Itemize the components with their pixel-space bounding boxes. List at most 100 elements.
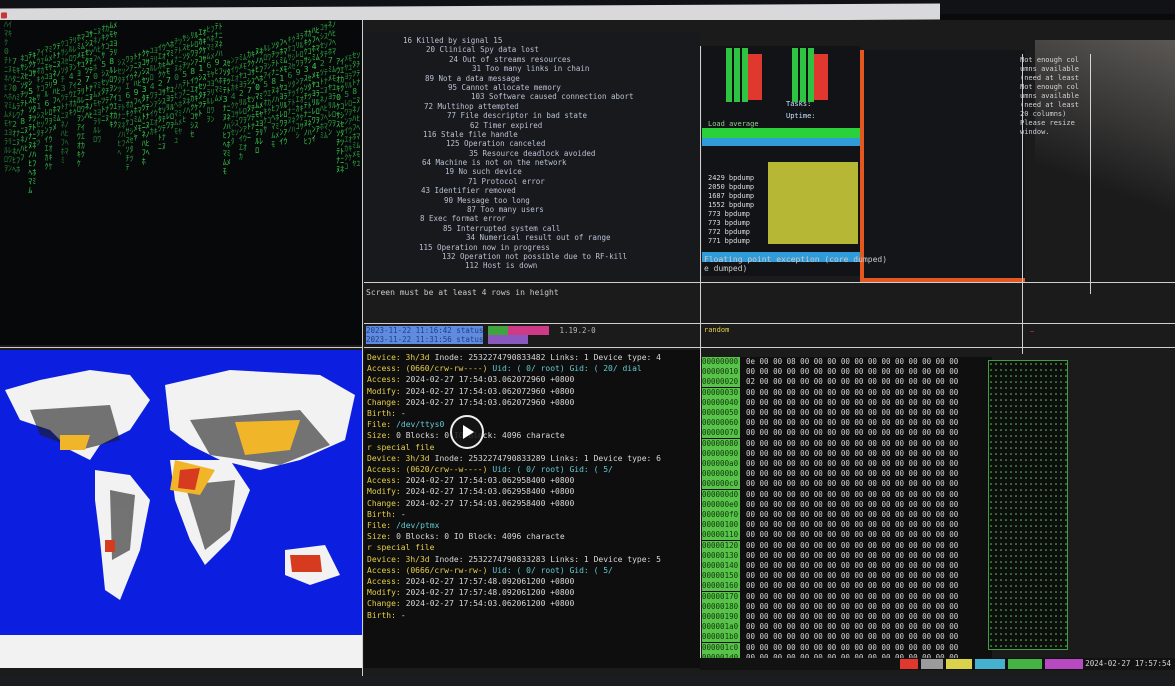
status-line-1: 2023-11-22 11:16:42 status — [366, 326, 484, 335]
hexdump-row: 00000030 00 00 00 00 00 00 00 00 00 00 00… — [702, 387, 992, 398]
matrix-column: ﾁﾂﾃﾄﾅﾆﾇﾈ0ﾉﾊﾋﾌﾍﾎﾏﾐﾑﾒﾓﾔﾕ — [174, 37, 183, 145]
random-label: random — [704, 326, 730, 334]
process-pid: 773 — [708, 219, 721, 227]
log-line: 95 Cannot allocate memory — [366, 83, 698, 92]
hexdump-row: 00000150 00 00 00 00 00 00 00 00 00 00 00… — [702, 571, 992, 582]
stat-value: 2024-02-27 17:54:03.062072960 +0800 — [405, 397, 575, 407]
stat-key: Device: 3h/3d — [367, 353, 430, 362]
log-message: 89 Not a data message — [425, 73, 520, 83]
matrix-column: ﾃｷｸｹｺｻｼ5ｽｾｿﾀﾁﾂﾃﾄﾅﾆﾇﾈﾉﾊﾋﾌﾍﾎﾏﾐﾑ — [28, 51, 37, 195]
hex-address: 000001c0 — [702, 642, 740, 653]
matrix-column: ﾇﾈﾉﾊﾋﾌﾍﾎ0ﾏﾐﾑﾒﾓﾔﾕﾖﾗﾘﾙﾚﾛ — [255, 47, 264, 155]
stat-line: Modify: 2024-02-27 17:54:03.062072960 +08… — [367, 386, 697, 397]
stat-key: Birth: — [367, 610, 396, 620]
narrow-text-pane — [928, 52, 1018, 262]
matrix-rain-pane[interactable]: ﾊｲﾏｷｸ0ﾁﾄﾆﾇﾈﾊﾋﾌﾍﾎﾏﾐﾑﾒﾓﾔﾕﾖﾗﾘﾙﾚﾛﾜｦﾝ 7ﾓｷﾀﾆ0ﾊﾐ… — [0, 20, 362, 345]
stat-value: 2024-02-27 17:54:03.062958400 +0800 — [405, 487, 575, 497]
fpe-message-2: e dumped) — [704, 264, 748, 273]
hexdump-pane[interactable]: 00000000 0e 00 00 08 00 00 00 00 00 00 00… — [702, 357, 992, 667]
stat-line: Change: 2024-02-27 17:54:03.062958400 +08… — [367, 498, 697, 509]
stat-output-pane[interactable]: Device: 3h/3d Inode: 2532274790833482 Lin… — [364, 350, 700, 668]
process-row[interactable]: 1552 bpdump — [702, 201, 860, 210]
process-row[interactable]: 2050 bpdump — [702, 183, 860, 192]
stat-value: - — [400, 610, 406, 620]
hex-bytes: 00 00 00 00 00 00 00 00 00 00 00 00 00 0… — [746, 428, 959, 438]
stat-line: Access: (0666/crw-rw-rw-) Uid: ( 0/ root)… — [367, 565, 697, 576]
world-map-pane[interactable] — [0, 350, 362, 668]
process-row[interactable]: 2429 bpdump — [702, 174, 860, 183]
hexdump-row: 00000040 00 00 00 00 00 00 00 00 00 00 00… — [702, 397, 992, 408]
process-monitor-pane[interactable]: Load average Tasks: Uptime: 2429 bpdump 20… — [702, 46, 860, 276]
stat-line: Size:0 Blocks: 0 IO Block: 4096 characte — [367, 430, 697, 441]
video-play-button[interactable] — [450, 415, 484, 449]
log-line: 72 Multihop attempted — [366, 102, 698, 111]
process-row[interactable]: 773 bpdump — [702, 219, 860, 228]
matrix-column: ﾖﾗﾘﾙﾚﾛﾜｦ9ﾝｱｲｳｴｵｶｷｸｹｺｻｼ — [295, 32, 304, 140]
hex-bytes: 00 00 00 00 00 00 00 00 00 00 00 00 00 0… — [746, 448, 959, 458]
stat-key: Access: (0660/crw-rw----) — [367, 364, 488, 374]
log-line: 132 Operation not possible due to RF-kil… — [366, 252, 698, 261]
process-row[interactable]: 1687 bpdump — [702, 192, 860, 201]
hexdump-row: 000000e0 00 00 00 00 00 00 00 00 00 00 00… — [702, 499, 992, 510]
log-message: 103 Software caused connection abort — [471, 92, 634, 102]
world-map — [0, 370, 362, 668]
stat-line: Device: 3h/3d Inode: 2532274790833283 Lin… — [367, 554, 697, 565]
matrix-column: ｶｷｸｹｺｻｼｽ7ｾｿﾀﾁﾂﾃﾄﾅﾆ — [247, 50, 255, 140]
pane-divider[interactable] — [1090, 54, 1091, 294]
hex-address: 000000f0 — [702, 510, 740, 520]
stat-value: 2024-02-27 17:57:48.092061200 +0800 — [405, 577, 575, 587]
log-line: 16 Killed by signal 15 — [366, 36, 698, 45]
matrix-column: ｷｸｹｺｻｼｽｾ6ｿﾀﾁﾂﾃﾄﾅﾆﾇﾈﾉﾊ — [287, 35, 296, 134]
text-line: (need at least — [1020, 101, 1080, 109]
hexdump-row: 00000090 00 00 00 00 00 00 00 00 00 00 00… — [702, 448, 992, 459]
tmux-status-bar: 2024-02-27 17:57:54 — [700, 658, 1175, 670]
pane-divider[interactable] — [362, 20, 363, 680]
log-line: 85 Interrupted system call — [366, 224, 698, 233]
hex-address: 00000010 — [702, 367, 740, 378]
hexdump-row: 00000190 00 00 00 00 00 00 00 00 00 00 00… — [702, 612, 992, 622]
hex-bytes: 00 00 00 00 00 00 00 00 00 00 00 00 00 0… — [746, 642, 959, 652]
pane-divider[interactable] — [1022, 54, 1023, 354]
process-row[interactable]: 773 bpdump — [702, 210, 860, 219]
hex-address: 00000150 — [702, 571, 740, 582]
matrix-column: ﾊｲﾏｷｸ0ﾁﾄﾆﾇﾈﾊﾋﾌﾍﾎﾏﾐﾑﾒﾓﾔﾕﾖﾗﾘﾙﾚﾛﾜｦﾝ — [4, 20, 12, 173]
log-message: 20 Clinical Spy data lost — [426, 45, 539, 55]
red-label: ~ — [1030, 328, 1035, 336]
stat-key: r special file — [367, 543, 435, 553]
pane-divider[interactable] — [0, 347, 362, 348]
log-message: 77 File descriptor in bad state — [447, 111, 587, 121]
hex-bytes: 00 00 00 00 00 00 00 00 00 00 00 00 00 0… — [746, 632, 959, 642]
stat-line: r special file — [367, 442, 697, 453]
stat-key: Change: — [367, 498, 401, 508]
pane-divider[interactable] — [364, 282, 1175, 283]
hex-bytes: 00 00 00 00 00 00 00 00 00 00 00 00 00 0… — [746, 612, 959, 621]
error-log-pane[interactable]: 16 Killed by signal 15 20 Clinical Spy da… — [364, 32, 700, 280]
hexdump-row: 00000160 00 00 00 00 00 00 00 00 00 00 00… — [702, 581, 992, 592]
hex-address: 00000190 — [702, 612, 740, 622]
hex-bytes: 00 00 00 00 00 00 00 00 00 00 00 00 00 0… — [746, 622, 959, 632]
log-message: 24 Out of streams resources — [449, 54, 571, 64]
pane-divider[interactable] — [364, 347, 1175, 348]
hex-address: 00000180 — [702, 601, 740, 612]
hex-address: 00000060 — [702, 418, 740, 429]
stat-line: Birth: - — [367, 509, 697, 520]
matrix-column: ﾐﾑﾒﾓﾔﾕﾖﾗ2ﾘﾙﾚﾛﾜｦﾝｱｲｳｴｵｶ — [238, 53, 247, 161]
dot-grid-pane[interactable] — [988, 360, 1068, 650]
stat-key: Birth: — [367, 509, 396, 519]
hex-bytes: 0e 00 00 08 00 00 00 00 00 00 00 00 00 0… — [746, 357, 959, 366]
process-row[interactable]: 772 bpdump — [702, 228, 860, 237]
hex-bytes: 00 00 00 00 00 00 00 00 00 00 00 00 00 0… — [746, 540, 959, 550]
matrix-column: ﾙﾚﾛﾜｦﾝｱｲ5ｳｴｵｶｷｸｹｺｻ — [263, 44, 272, 134]
stat-key: Modify: — [367, 487, 401, 497]
stat-key: Change: — [367, 397, 401, 407]
process-row[interactable]: 771 bpdump — [702, 237, 860, 246]
stat-line: Access: 2024-02-27 17:57:48.092061200 +08… — [367, 576, 697, 587]
matrix-column: ｼｽｾｿﾀﾁﾂ1ﾃﾄﾅﾆﾇﾈﾉﾊﾋﾌﾍ — [117, 58, 126, 157]
stat-key: File: — [367, 420, 392, 430]
hex-bytes: 00 00 00 00 00 00 00 00 00 00 00 00 00 0… — [746, 550, 959, 560]
taskbar — [0, 676, 1175, 686]
log-message: 71 Protocol error — [468, 176, 545, 186]
pane-divider[interactable] — [700, 46, 701, 666]
stat-line: Change: 2024-02-27 17:54:03.062061200 +08… — [367, 598, 697, 609]
pane-divider[interactable] — [364, 323, 1175, 324]
